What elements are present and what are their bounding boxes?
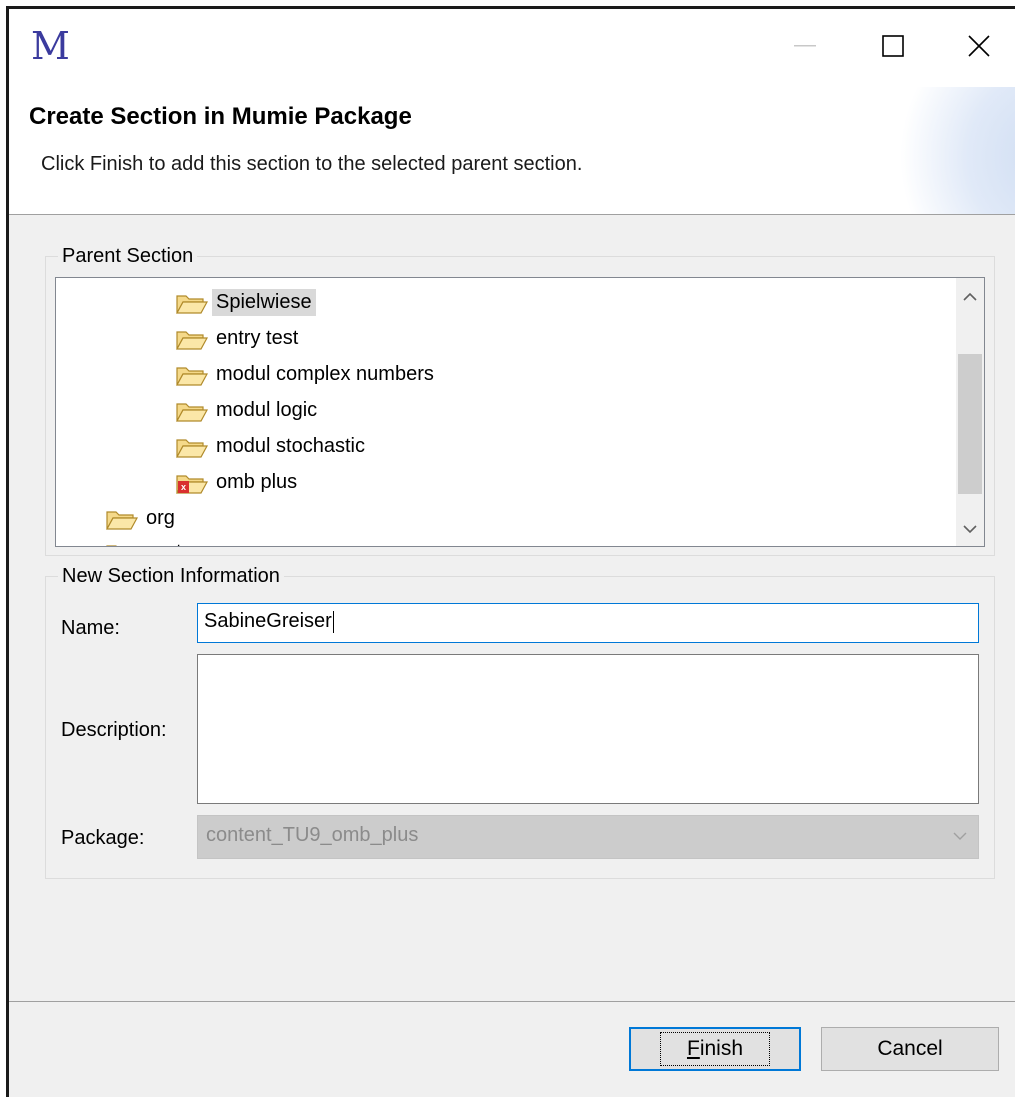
tree-item-label: entry test — [216, 326, 299, 349]
folder-open-icon — [104, 505, 140, 531]
close-icon — [968, 35, 990, 57]
finish-mnemonic: F — [686, 1037, 700, 1060]
description-textarea[interactable] — [197, 654, 979, 804]
package-select-value: content_TU9_omb_plus — [206, 824, 419, 846]
folder-open-icon — [104, 539, 140, 546]
folder-open-icon — [174, 433, 210, 459]
tree-item-label: Spielwiese — [212, 288, 316, 316]
chevron-up-icon — [963, 292, 977, 301]
dialog-window: M Create Section in Mumie Package Click … — [6, 6, 1015, 1097]
tree-item-label: system — [142, 539, 213, 547]
wizard-header: Create Section in Mumie Package Click Fi… — [9, 87, 1015, 215]
tree-item-label: modul complex numbers — [216, 362, 434, 385]
tree-item-entry-test[interactable]: entry test — [174, 320, 302, 356]
cancel-button[interactable]: Cancel — [821, 1027, 999, 1071]
chevron-down-icon — [953, 832, 967, 840]
scrollbar-thumb[interactable] — [958, 354, 982, 494]
tree-item-omb-plus[interactable]: x omb plus — [174, 464, 301, 500]
tree-item-modul-logic[interactable]: modul logic — [174, 392, 321, 428]
parent-section-tree[interactable]: Spielwiese entry test modul complex numb… — [55, 277, 985, 547]
app-icon: M — [31, 24, 70, 68]
name-input[interactable]: SabineGreiser — [197, 603, 979, 643]
finish-label-rest: inish — [699, 1037, 744, 1060]
tree-item-system[interactable]: system — [104, 534, 213, 547]
close-button[interactable] — [949, 23, 1009, 69]
parent-section-legend: Parent Section — [62, 245, 194, 267]
tree-item-modul-stochastic[interactable]: modul stochastic — [174, 428, 369, 464]
tree-item-label: omb plus — [216, 470, 298, 493]
page-title: Create Section in Mumie Package — [29, 103, 412, 130]
header-message: Click Finish to add this section to the … — [41, 153, 583, 175]
footer-divider — [9, 1001, 1015, 1002]
tree-item-modul-complex-numbers[interactable]: modul complex numbers — [174, 356, 438, 392]
scroll-down-button[interactable] — [956, 514, 984, 544]
text-caret — [332, 610, 334, 633]
tree-item-label: modul stochastic — [216, 434, 365, 457]
tree-item-label: org — [146, 506, 175, 529]
tree-vertical-scrollbar[interactable] — [956, 278, 984, 546]
package-label: Package: — [61, 827, 145, 849]
title-bar: M — [9, 9, 1015, 87]
folder-open-icon — [174, 325, 210, 351]
folder-open-icon — [174, 361, 210, 387]
new-section-legend: New Section Information — [62, 565, 280, 587]
finish-button[interactable]: Finish — [629, 1027, 801, 1071]
tree-item-label: modul logic — [216, 398, 318, 421]
folder-open-icon — [174, 397, 210, 423]
minimize-button[interactable] — [775, 23, 835, 69]
package-select: content_TU9_omb_plus — [197, 815, 979, 859]
maximize-button[interactable] — [863, 23, 923, 69]
finish-button-label: Finish — [659, 1032, 771, 1066]
minimize-icon — [794, 45, 816, 47]
maximize-icon — [882, 35, 904, 57]
name-label: Name: — [61, 617, 120, 639]
folder-error-icon: x — [174, 469, 210, 495]
chevron-down-icon — [963, 525, 977, 534]
tree-item-spielwiese[interactable]: Spielwiese — [174, 284, 316, 320]
error-badge-icon: x — [178, 481, 189, 493]
name-input-value: SabineGreiser — [204, 610, 332, 632]
scroll-up-button[interactable] — [956, 282, 984, 312]
header-decoration — [875, 87, 1015, 214]
folder-open-icon — [174, 289, 210, 315]
description-label: Description: — [61, 719, 167, 741]
tree-item-org[interactable]: org — [104, 500, 179, 536]
